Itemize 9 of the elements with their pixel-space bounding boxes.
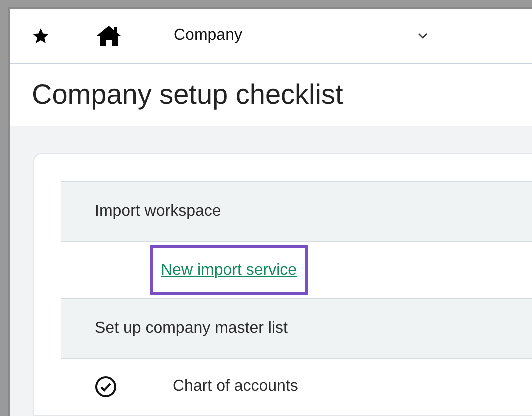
chevron-down-icon [418, 33, 428, 40]
task-label: Chart of accounts [173, 378, 298, 396]
import-link[interactable]: New import service [150, 245, 308, 295]
module-dropdown[interactable]: Company [174, 27, 428, 46]
page-title: Company setup checklist [32, 79, 344, 112]
section-title: Import workspace [95, 202, 222, 220]
star-icon[interactable] [32, 27, 50, 46]
section-title: Set up company master list [95, 320, 288, 338]
home-icon[interactable] [96, 25, 122, 48]
